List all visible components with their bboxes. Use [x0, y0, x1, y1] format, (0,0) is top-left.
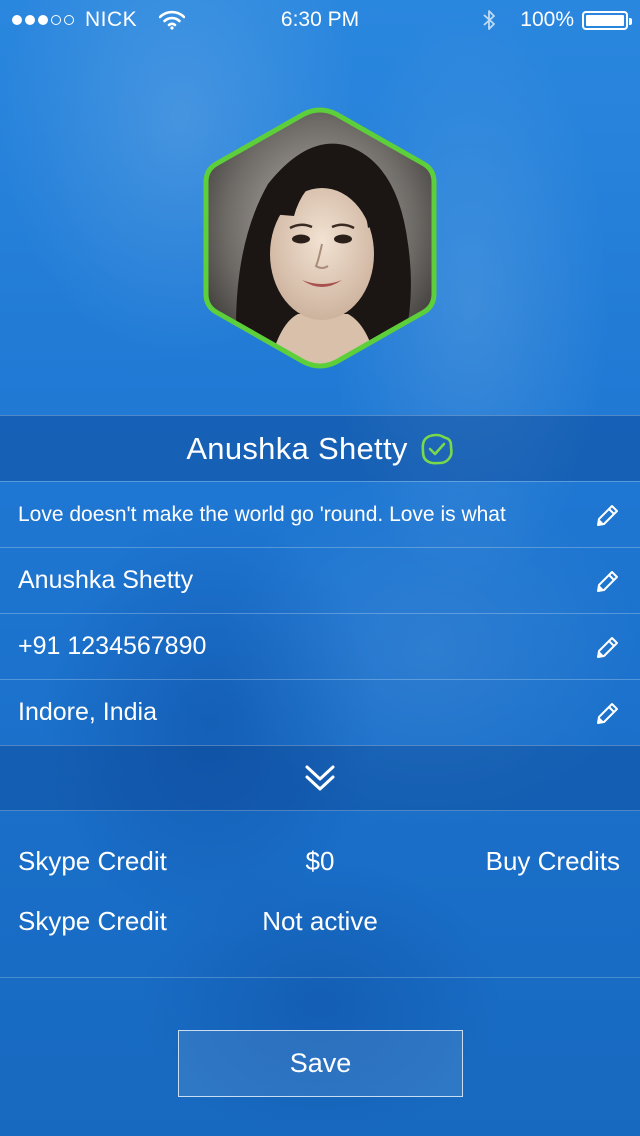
buy-credits-link[interactable]: Buy Credits [486, 846, 620, 877]
divider [0, 977, 640, 978]
battery-percent: 100% [520, 8, 574, 31]
edit-pencil-icon[interactable] [594, 569, 620, 595]
credit-status: Not active [262, 906, 378, 936]
phone-row[interactable]: +91 1234567890 [0, 613, 640, 679]
profile-avatar[interactable] [198, 104, 442, 372]
mood-message: Love doesn't make the world go 'round. L… [18, 502, 506, 526]
skype-credit-row: Skype Credit $0 Buy Credits [0, 846, 640, 886]
edit-pencil-icon[interactable] [594, 635, 620, 661]
profile-photo [206, 110, 434, 366]
full-name-row[interactable]: Anushka Shetty [0, 547, 640, 613]
double-chevron-down-icon [305, 765, 335, 791]
phone-field: +91 1234567890 [18, 632, 207, 660]
battery-icon [582, 10, 632, 30]
location-row[interactable]: Indore, India [0, 679, 640, 745]
expand-details-button[interactable] [0, 745, 640, 811]
location-field: Indore, India [18, 698, 157, 726]
save-button[interactable]: Save [178, 1030, 463, 1097]
bluetooth-icon [483, 10, 496, 30]
full-name-field: Anushka Shetty [18, 566, 194, 594]
status-bar: NICK 6:30 PM 100% [0, 0, 640, 40]
status-right: 100% [482, 0, 632, 40]
verified-icon [421, 433, 453, 465]
profile-name-bar: Anushka Shetty [0, 415, 640, 481]
mood-message-row[interactable]: Love doesn't make the world go 'round. L… [0, 481, 640, 547]
profile-name: Anushka Shetty [186, 430, 408, 466]
avatar-hexagon [203, 107, 437, 369]
skype-subscription-row: Skype Credit Not active [0, 906, 640, 946]
edit-pencil-icon[interactable] [594, 503, 620, 529]
edit-pencil-icon[interactable] [594, 701, 620, 727]
